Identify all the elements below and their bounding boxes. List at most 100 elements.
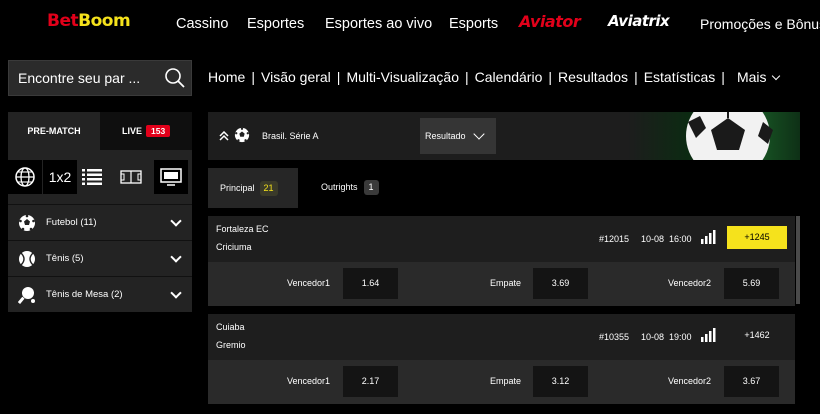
nav-cassino[interactable]: Cassino: [176, 16, 228, 32]
sport-row-tenis[interactable]: Tênis (5): [8, 240, 192, 276]
secondary-navigation: Home | Visão geral | Multi-Visualização …: [208, 69, 780, 85]
more-markets-button[interactable]: +1245: [727, 226, 787, 249]
home-team: Fortaleza EC: [216, 224, 269, 234]
market-dropdown[interactable]: Resultado: [420, 118, 496, 154]
odd-button-vencedor1[interactable]: 1.64: [343, 268, 398, 299]
match-date: 10-08: [641, 234, 665, 244]
more-markets-button[interactable]: +1462: [727, 324, 787, 347]
field-view-button[interactable]: [114, 160, 148, 194]
tennis-ball-icon: [19, 251, 35, 267]
chevron-down-icon: [473, 128, 485, 140]
tv-view-button[interactable]: [154, 160, 188, 194]
odd-label: Vencedor1: [287, 278, 331, 288]
nav-esportes[interactable]: Esportes: [247, 16, 304, 32]
subnav-resultados[interactable]: Resultados: [558, 69, 628, 85]
subnav-separator: |: [336, 69, 341, 85]
sport-label: Tênis (5): [46, 253, 84, 264]
league-header: Brasil. Série A Resultado: [208, 112, 800, 160]
nav-aviator[interactable]: Aviator: [519, 12, 581, 31]
1x2-label: 1x2: [48, 169, 72, 185]
match-id: #12015: [599, 234, 630, 244]
away-team: Criciuma: [216, 242, 252, 252]
soccer-banner-image: [628, 112, 800, 160]
statistics-icon[interactable]: [701, 328, 717, 342]
market-dropdown-label: Resultado: [425, 131, 466, 141]
chevron-down-icon: [170, 251, 182, 263]
field-icon: [120, 170, 142, 184]
home-team: Cuiaba: [216, 322, 245, 332]
subnav-separator: |: [634, 69, 638, 85]
view-mode-toolbar: 1x2: [8, 158, 192, 196]
odd-label: Vencedor2: [668, 278, 712, 288]
list-view-button[interactable]: [75, 160, 109, 194]
tab-outrights[interactable]: Outrights 1: [321, 180, 379, 195]
subnav-separator: |: [251, 69, 255, 85]
match-id: #10355: [599, 332, 630, 342]
odd-button-vencedor2[interactable]: 3.67: [724, 366, 779, 397]
collapse-icon[interactable]: [219, 131, 229, 141]
ping-pong-icon: [18, 287, 35, 304]
odd-button-empate[interactable]: 3.69: [533, 268, 588, 299]
subnav-visao-geral[interactable]: Visão geral: [261, 69, 331, 85]
match-info-row[interactable]: Cuiaba Gremio #10355 10-08 19:00 +1462: [208, 314, 795, 360]
tab-principal[interactable]: Principal 21: [208, 168, 298, 208]
search-input[interactable]: [18, 70, 158, 86]
odd-button-vencedor2[interactable]: 5.69: [724, 268, 779, 299]
odd-label: Empate: [490, 278, 522, 288]
nav-aviatrix[interactable]: Aviatrix: [608, 12, 670, 30]
sport-row-futebol[interactable]: Futebol (11): [8, 204, 192, 240]
subnav-more-label: Mais: [736, 69, 767, 85]
soccer-ball-icon: [19, 214, 35, 231]
globe-view-button[interactable]: [8, 160, 42, 194]
chevron-down-icon: [170, 215, 182, 227]
subnav-separator: |: [721, 69, 725, 85]
tv-icon: [160, 168, 182, 186]
list-icon: [82, 169, 102, 185]
odd-label: Vencedor2: [668, 376, 712, 386]
top-navigation: BetBoom Cassino Esportes Esportes ao viv…: [0, 0, 820, 48]
tab-outrights-label: Outrights: [321, 182, 358, 192]
soccer-ball-icon: [234, 127, 250, 143]
sport-row-tenis-de-mesa[interactable]: Tênis de Mesa (2): [8, 276, 192, 312]
tab-live[interactable]: LIVE 153: [100, 112, 192, 150]
tab-live-label: LIVE: [122, 126, 143, 136]
nav-esportes-ao-vivo[interactable]: Esportes ao vivo: [325, 16, 432, 32]
match-card: Cuiaba Gremio #10355 10-08 19:00 +1462 V…: [208, 314, 795, 404]
match-card: Fortaleza EC Criciuma #12015 10-08 16:00…: [208, 216, 795, 306]
sport-label: Futebol (11): [46, 217, 97, 228]
subnav-home[interactable]: Home: [208, 69, 245, 85]
sport-label: Tênis de Mesa (2): [46, 289, 123, 300]
odd-label: Vencedor1: [287, 376, 331, 386]
logo-part-boom: Boom: [78, 11, 131, 31]
tab-principal-label: Principal: [220, 183, 255, 193]
statistics-icon[interactable]: [701, 230, 717, 244]
subnav-estatisticas[interactable]: Estatísticas: [644, 69, 716, 85]
match-info-row[interactable]: Fortaleza EC Criciuma #12015 10-08 16:00…: [208, 216, 795, 262]
tab-prematch[interactable]: PRE-MATCH: [8, 112, 100, 150]
subnav-separator: |: [465, 69, 469, 85]
odd-label: Empate: [490, 376, 522, 386]
chevron-down-icon: [771, 71, 780, 81]
nav-esports[interactable]: Esports: [449, 16, 498, 32]
league-name: Brasil. Série A: [262, 131, 319, 141]
odds-row: Vencedor1 2.17 Empate 3.12 Vencedor2 3.6…: [208, 360, 795, 404]
subnav-multi-visualizacao[interactable]: Multi-Visualização: [346, 69, 459, 85]
outrights-count-badge: 1: [363, 180, 379, 195]
search-icon[interactable]: [164, 67, 186, 89]
odd-button-empate[interactable]: 3.12: [533, 366, 588, 397]
betboom-logo[interactable]: BetBoom: [47, 11, 131, 31]
subnav-calendario[interactable]: Calendário: [475, 69, 543, 85]
match-date: 10-08: [641, 332, 665, 342]
scrollbar[interactable]: [796, 216, 800, 304]
away-team: Gremio: [216, 340, 246, 350]
odd-button-vencedor1[interactable]: 2.17: [343, 366, 398, 397]
sports-sidebar: PRE-MATCH LIVE 153 1x2 Futebol (11) Têni…: [8, 112, 192, 312]
chevron-down-icon: [170, 287, 182, 299]
globe-icon: [15, 167, 35, 187]
nav-promocoes[interactable]: Promoções e Bônus: [700, 16, 820, 32]
subnav-more[interactable]: Mais: [736, 69, 780, 85]
match-time: 16:00: [669, 234, 692, 244]
logo-part-bet: Bet: [47, 11, 79, 31]
principal-count-badge: 21: [259, 181, 278, 196]
1x2-view-button[interactable]: 1x2: [43, 160, 77, 194]
